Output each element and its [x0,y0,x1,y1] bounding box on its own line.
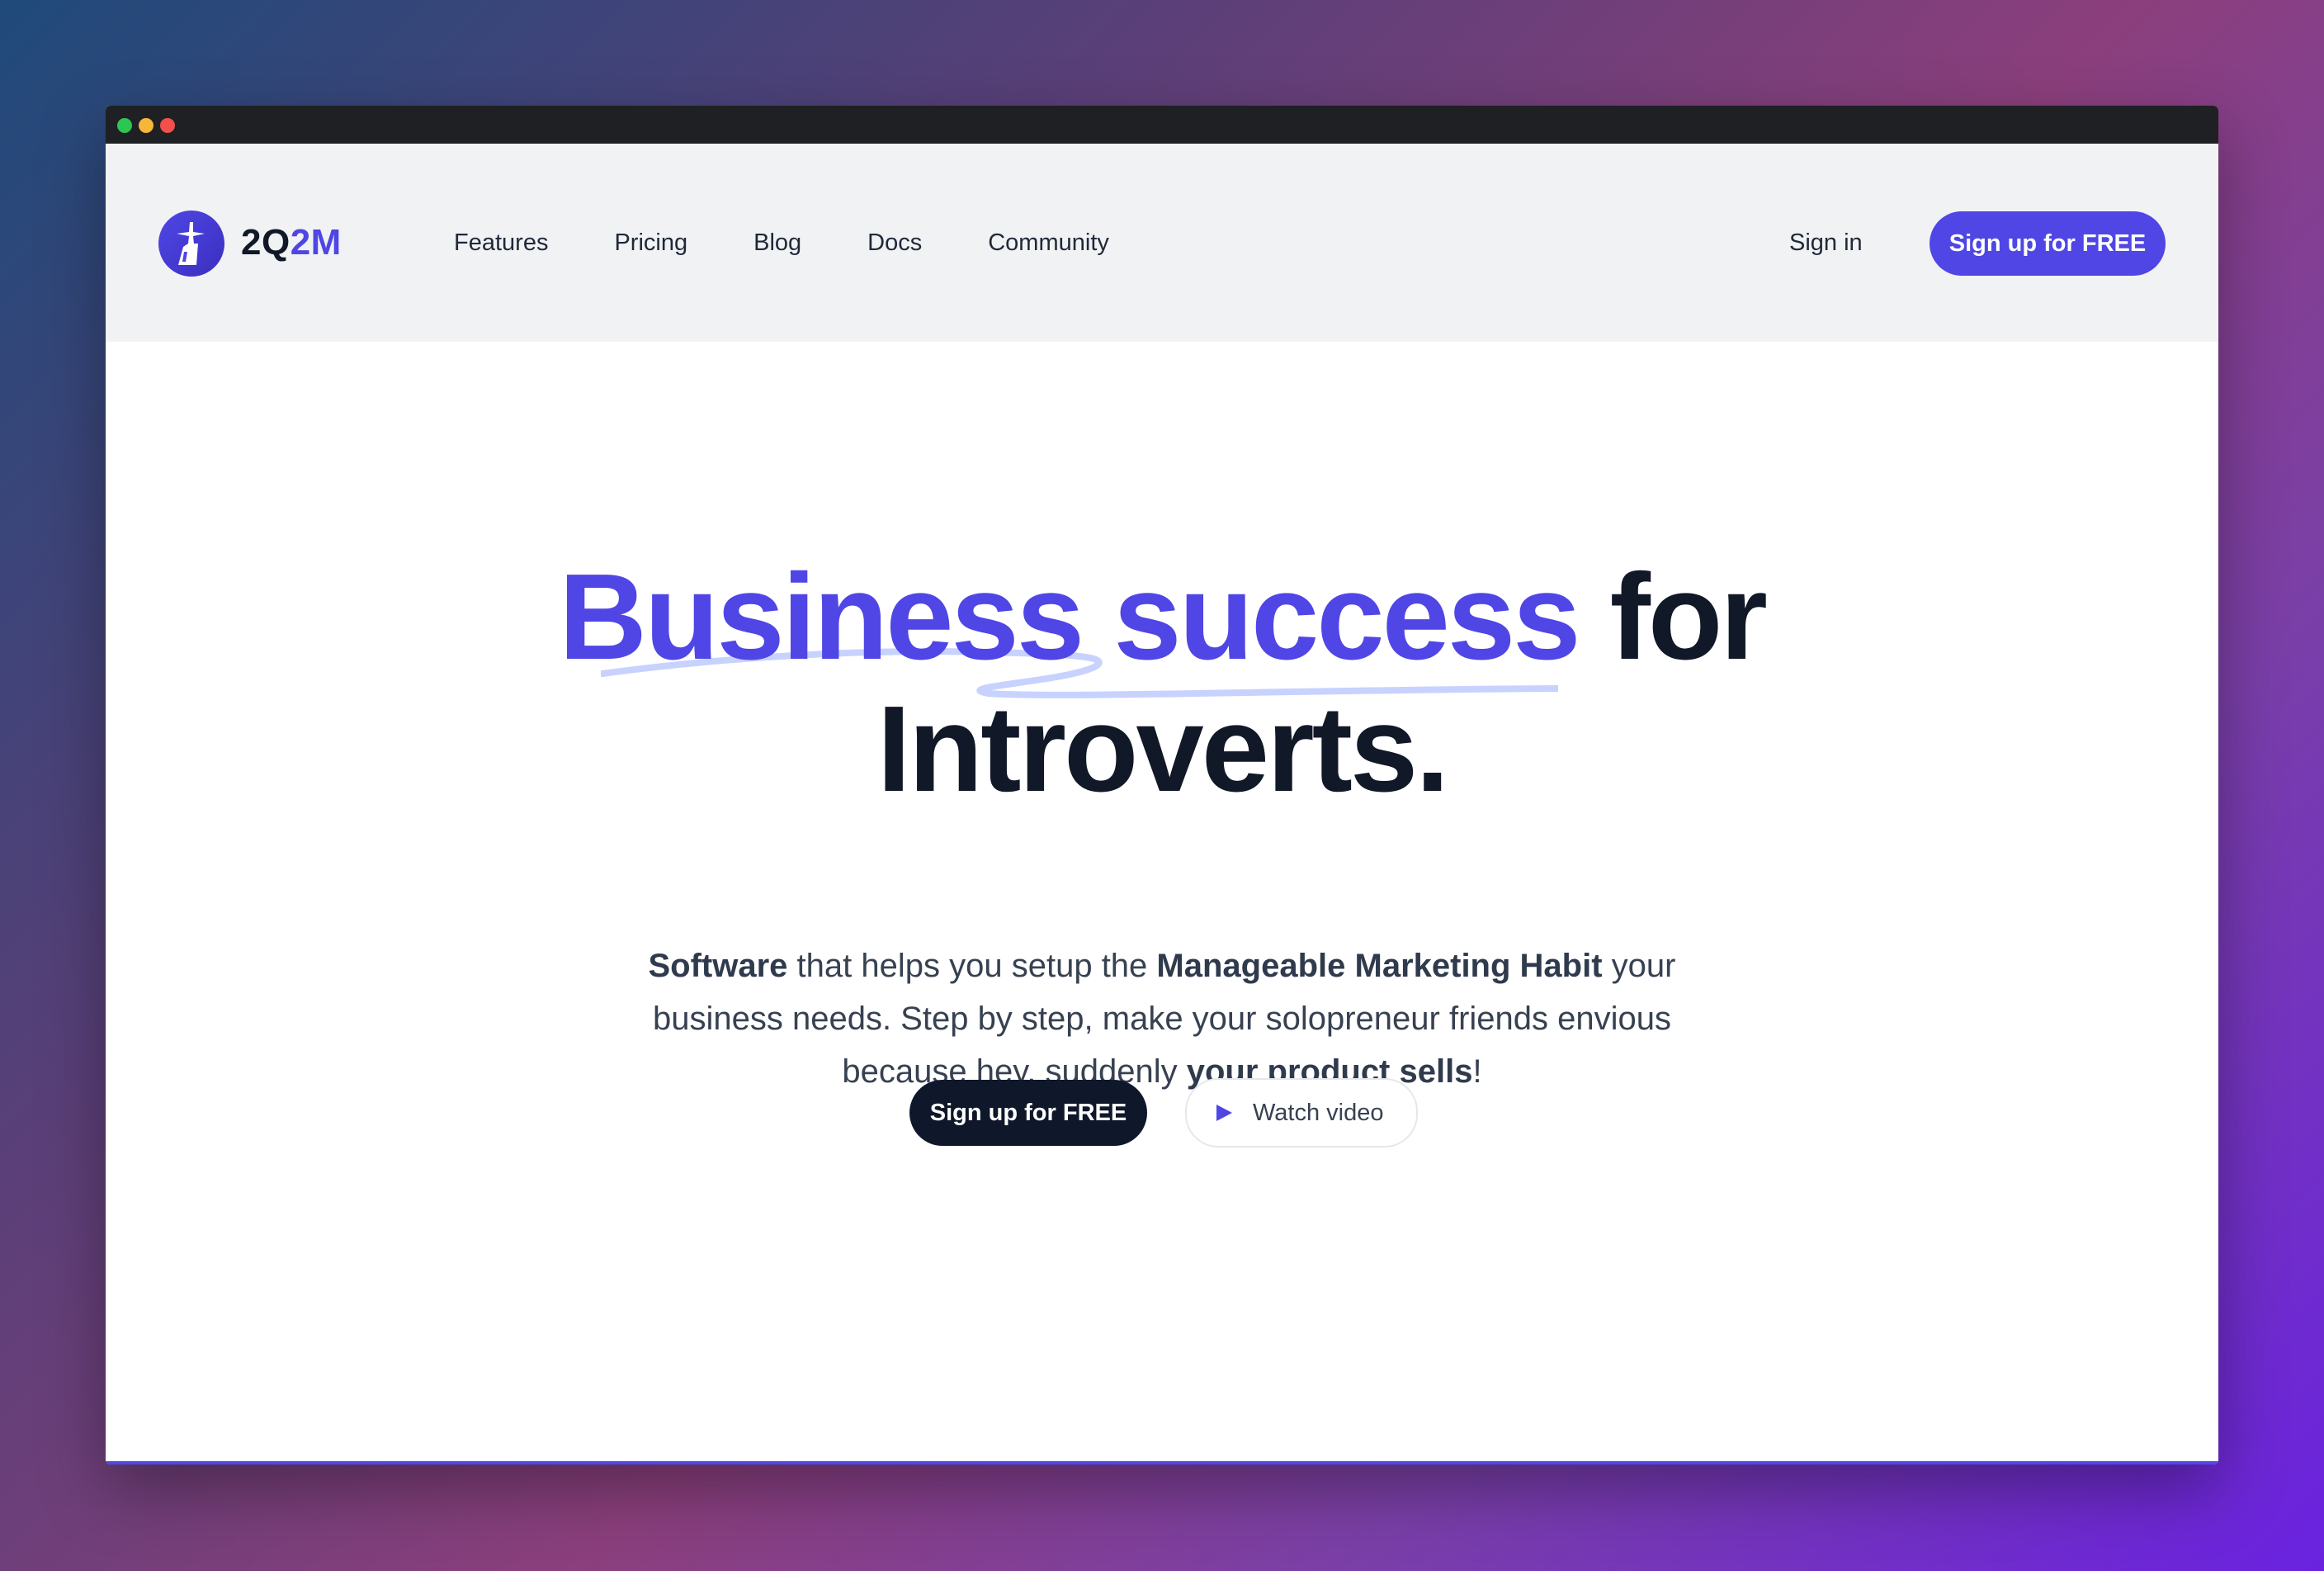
hero-sub-bold-habit: Manageable Marketing Habit [1156,948,1603,984]
brand-name-part1: 2Q [241,222,290,263]
hero-sub-text-1: that helps you setup the [787,948,1157,984]
bottom-accent-bar [106,1461,2218,1465]
nav-link-community[interactable]: Community [988,223,1109,263]
nav-link-pricing[interactable]: Pricing [614,223,687,263]
play-icon [1216,1105,1232,1121]
hero-sub-text-3: ! [1472,1053,1482,1090]
hero-title-line2: Introverts. [876,681,1450,817]
nav-signup-button[interactable]: Sign up for FREE [1930,211,2166,276]
hero-subtitle: Software that helps you setup the Manage… [626,939,1698,1098]
nav-link-docs[interactable]: Docs [867,223,922,263]
nav-links: Features Pricing Blog Docs Community [454,223,1175,263]
window-minimize-control[interactable] [139,118,154,133]
brand-name-part2: 2M [290,222,342,263]
hero-sub-bold-software: Software [648,948,788,984]
site-navbar: 2Q2M Features Pricing Blog Docs Communit… [106,144,2218,342]
nav-link-features[interactable]: Features [454,223,548,263]
watch-video-button[interactable]: Watch video [1185,1078,1418,1147]
nav-link-blog[interactable]: Blog [753,223,801,263]
window-close-control[interactable] [160,118,175,133]
hero-title: Business success for Introverts. [106,551,2218,816]
sign-in-link[interactable]: Sign in [1789,223,1863,263]
hero-title-rest: for [1578,549,1768,685]
window-maximize-control[interactable] [117,118,132,133]
statue-logo-icon[interactable] [158,211,224,277]
browser-window: 2Q2M Features Pricing Blog Docs Communit… [106,106,2218,1465]
hero-title-accent: Business success [559,549,1580,685]
hero-signup-button[interactable]: Sign up for FREE [909,1080,1147,1146]
watch-video-label: Watch video [1253,1099,1384,1126]
brand-name[interactable]: 2Q2M [241,220,342,266]
window-titlebar [106,106,2218,144]
